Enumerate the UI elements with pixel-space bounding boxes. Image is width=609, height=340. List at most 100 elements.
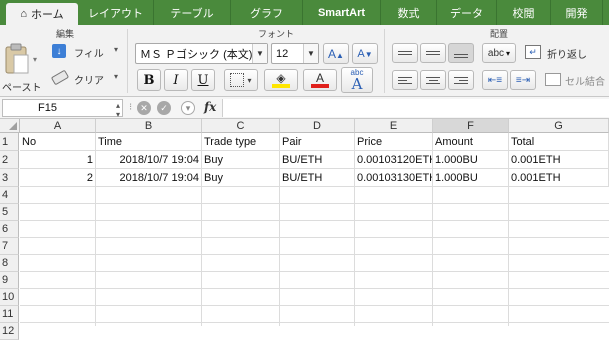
underline-button[interactable]: U <box>191 69 215 91</box>
fill-color-button[interactable]: ◈ <box>264 69 298 91</box>
cell-c3[interactable]: Buy <box>202 169 280 187</box>
cell-e2[interactable]: 0.00103120ETH <box>355 151 433 169</box>
cell-d3[interactable]: BU/ETH <box>280 169 355 187</box>
row-header-10[interactable]: 10 <box>0 289 19 306</box>
align-center-button[interactable] <box>420 70 446 90</box>
column-header-c[interactable]: C <box>202 119 280 133</box>
column-header-f[interactable]: F <box>433 119 509 133</box>
chevron-down-icon: ▼ <box>303 44 318 63</box>
cell-g1[interactable]: Total <box>509 133 609 151</box>
cell-g2[interactable]: 0.001ETH <box>509 151 609 169</box>
select-all-corner[interactable] <box>0 119 20 133</box>
row-header-9[interactable]: 9 <box>0 272 19 289</box>
phonetic-icon: A <box>351 74 363 93</box>
cell-a2[interactable]: 1 <box>20 151 96 169</box>
align-bottom-icon <box>454 52 468 60</box>
cell-a3[interactable]: 2 <box>20 169 96 187</box>
group-title-alignment: 配置 <box>490 29 509 39</box>
column-header-b[interactable]: B <box>96 119 202 133</box>
name-box[interactable]: F15 ▴ ▾ <box>2 99 123 119</box>
align-top-button[interactable] <box>392 43 418 63</box>
row-header-3[interactable]: 3 <box>0 169 19 187</box>
align-right-button[interactable] <box>448 70 474 90</box>
orientation-button[interactable]: abc ▾ <box>482 43 516 63</box>
cell-f1[interactable]: Amount <box>433 133 509 151</box>
tab-layout[interactable]: レイアウト <box>78 0 154 25</box>
shrink-font-button[interactable]: A▼ <box>352 43 378 64</box>
paste-button[interactable]: ペースト <box>2 41 42 94</box>
italic-button[interactable]: I <box>164 69 188 91</box>
tab-developer[interactable]: 開発 <box>551 0 603 25</box>
tab-review[interactable]: 校閲 <box>497 0 551 25</box>
tab-chart[interactable]: グラフ <box>231 0 303 25</box>
fill-down-icon: ↓ <box>52 44 66 58</box>
cell-f2[interactable]: 1.000BU <box>433 151 509 169</box>
row-header-4[interactable]: 4 <box>0 187 19 204</box>
decrease-indent-button[interactable]: ⇤≡ <box>482 70 508 90</box>
row-header-2[interactable]: 2 <box>0 151 19 169</box>
cell-e1[interactable]: Price <box>355 133 433 151</box>
fill-color-swatch <box>272 84 290 88</box>
tab-formulas[interactable]: 数式 <box>381 0 437 25</box>
tab-home[interactable]: ⌂ ホーム <box>6 3 78 25</box>
phonetic-guide-button[interactable]: abc A <box>341 67 373 93</box>
cell-d2[interactable]: BU/ETH <box>280 151 355 169</box>
dropdown-circle-icon[interactable]: ▾ <box>181 101 195 115</box>
clear-button[interactable]: クリア ▾ <box>50 69 122 89</box>
group-title-edit: 編集 <box>56 29 75 39</box>
font-color-swatch <box>311 84 329 88</box>
cell-f3[interactable]: 1.000BU <box>433 169 509 187</box>
row-header-7[interactable]: 7 <box>0 238 19 255</box>
align-bottom-button[interactable] <box>448 43 474 63</box>
font-name-select[interactable]: ＭＳ Ｐゴシック (本文) ▼ <box>135 43 268 64</box>
column-header-d[interactable]: D <box>280 119 355 133</box>
clipboard-icon <box>5 43 29 74</box>
row-header-11[interactable]: 11 <box>0 306 19 323</box>
align-middle-button[interactable] <box>420 43 446 63</box>
increase-indent-button[interactable]: ≡⇥ <box>510 70 536 90</box>
cell-c2[interactable]: Buy <box>202 151 280 169</box>
paint-bucket-icon: ◈ <box>276 71 286 85</box>
tab-smartart[interactable]: SmartArt <box>303 0 381 25</box>
bold-button[interactable]: B <box>137 69 161 91</box>
column-header-e[interactable]: E <box>355 119 433 133</box>
cell-c1[interactable]: Trade type <box>202 133 280 151</box>
formula-input[interactable] <box>222 99 609 117</box>
cell-g3[interactable]: 0.001ETH <box>509 169 609 187</box>
ribbon-tab-bar: ⌂ ホーム レイアウト テーブル グラフ SmartArt 数式 データ 校閲 開… <box>0 0 609 25</box>
grow-font-button[interactable]: A▲ <box>323 43 349 64</box>
row-header-5[interactable]: 5 <box>0 204 19 221</box>
cell-a1[interactable]: No <box>20 133 96 151</box>
home-icon: ⌂ <box>20 8 27 20</box>
paste-dropdown-icon[interactable]: ▾ <box>33 55 37 64</box>
row-header-1[interactable]: 1 <box>0 133 19 151</box>
row-header-6[interactable]: 6 <box>0 221 19 238</box>
drag-handle-icon[interactable]: ⁝ <box>129 102 132 113</box>
column-header-a[interactable]: A <box>20 119 96 133</box>
group-title-font: フォント <box>258 29 295 39</box>
cell-e3[interactable]: 0.00103130ETH <box>355 169 433 187</box>
tab-data[interactable]: データ <box>437 0 497 25</box>
fill-button[interactable]: ↓ フィル ▾ <box>50 42 122 62</box>
confirm-icon[interactable]: ✓ <box>157 101 171 115</box>
align-left-button[interactable] <box>392 70 418 90</box>
cell-b2[interactable]: 2018/10/7 19:04 <box>96 151 202 169</box>
row-header-8[interactable]: 8 <box>0 255 19 272</box>
cancel-icon[interactable]: ✕ <box>137 101 151 115</box>
insert-function-button[interactable]: fx <box>204 100 216 114</box>
font-color-button[interactable]: A <box>303 69 337 91</box>
font-color-icon: A <box>315 71 324 85</box>
merge-cells-icon <box>545 73 561 86</box>
wrap-text-button[interactable]: ↵ 折り返し <box>523 43 607 63</box>
cell-d1[interactable]: Pair <box>280 133 355 151</box>
borders-button[interactable]: ▾ <box>224 69 258 91</box>
font-size-select[interactable]: 12 ▼ <box>271 43 319 64</box>
cell-b1[interactable]: Time <box>96 133 202 151</box>
column-header-g[interactable]: G <box>509 119 609 133</box>
empty-cells-area[interactable] <box>20 187 609 326</box>
paste-label: ペースト <box>2 83 42 94</box>
cell-b3[interactable]: 2018/10/7 19:04 <box>96 169 202 187</box>
align-left-icon <box>398 75 412 86</box>
tab-table[interactable]: テーブル <box>154 0 231 25</box>
merge-cells-button[interactable]: セル結合 <box>543 70 609 90</box>
